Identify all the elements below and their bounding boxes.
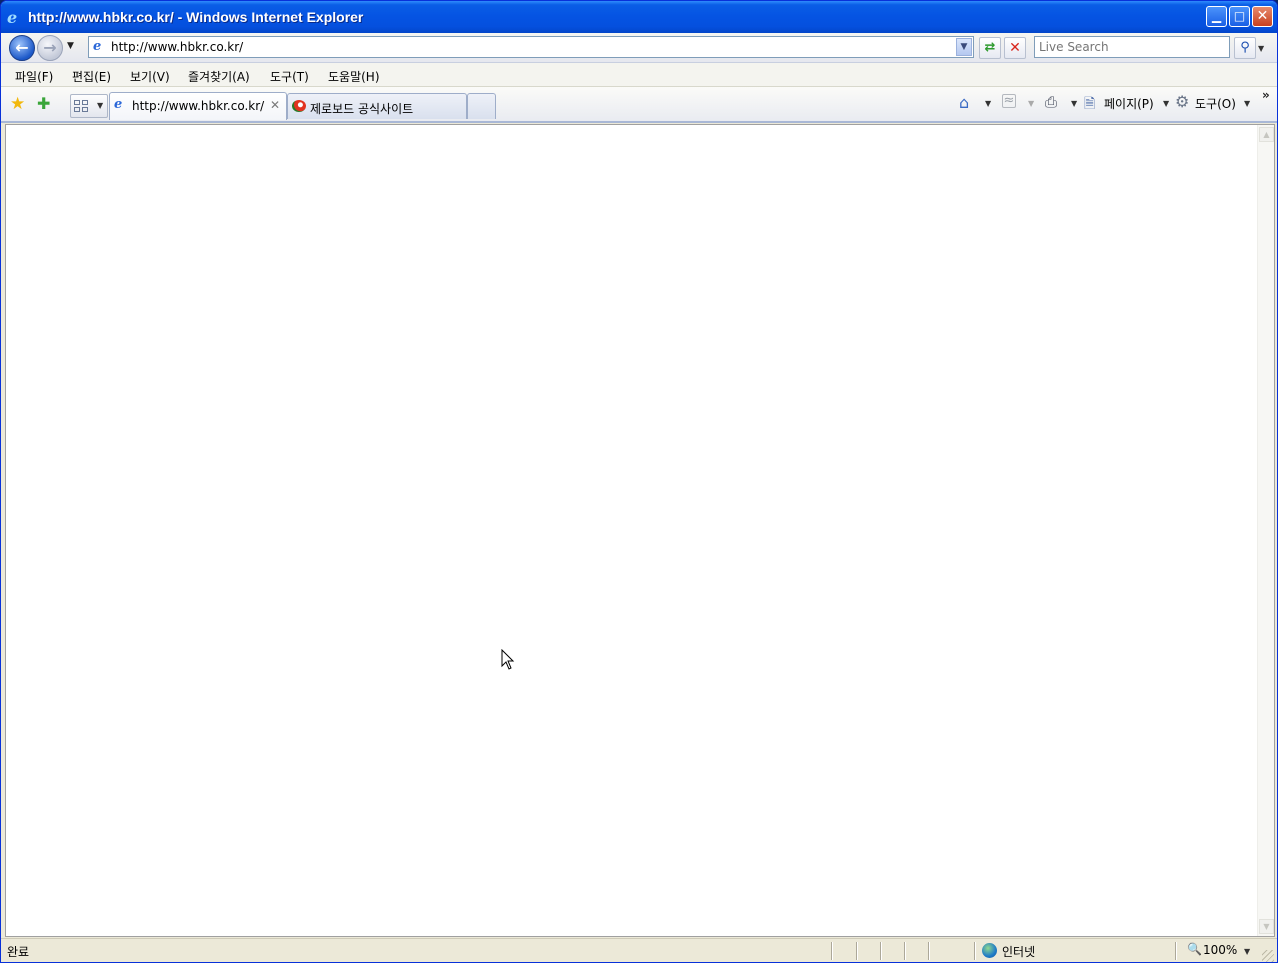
tab-hbkr[interactable]: e http://www.hbkr.co.kr/ ✕ <box>109 92 287 120</box>
tab-bar: ★ ✚ ▼ e http://www.hbkr.co.kr/ ✕ 제로보드 공식… <box>1 87 1277 123</box>
menu-file[interactable]: 파일(F) <box>15 68 53 85</box>
feeds-dropdown: ▼ <box>1028 99 1035 108</box>
page-icon: e <box>93 39 102 54</box>
back-button[interactable]: ← <box>9 35 35 61</box>
feeds-icon[interactable]: ≈ <box>1002 94 1016 108</box>
zoom-level[interactable]: 100% <box>1203 943 1237 957</box>
internet-zone-globe-icon <box>982 943 997 958</box>
search-options-dropdown[interactable]: ▼ <box>1258 44 1264 53</box>
page-content[interactable]: ▲ ▼ <box>5 124 1275 937</box>
minimize-button[interactable]: ▁ <box>1206 6 1227 27</box>
address-toolbar: ← → ▼ e http://www.hbkr.co.kr/ ▼ ⇄ ✕ ⚲ ▼ <box>1 33 1277 63</box>
status-divider <box>1175 942 1177 960</box>
refresh-icon: ⇄ <box>984 40 996 55</box>
menu-view[interactable]: 보기(V) <box>130 68 170 85</box>
menu-help[interactable]: 도움말(H) <box>328 68 380 85</box>
add-favorite-icon[interactable]: ✚ <box>37 94 50 113</box>
quick-tabs-icon <box>74 100 88 113</box>
menu-tools[interactable]: 도구(T) <box>270 68 309 85</box>
search-input[interactable] <box>1035 37 1229 57</box>
window-title: http://www.hbkr.co.kr/ - Windows Interne… <box>28 9 364 25</box>
scroll-up-button[interactable]: ▲ <box>1259 127 1274 142</box>
tab-label: 제로보드 공식사이트 <box>310 102 414 116</box>
gear-icon[interactable]: ⚙ <box>1175 92 1189 111</box>
tab-list-dropdown[interactable]: ▼ <box>97 101 103 110</box>
page-dropdown[interactable]: ▼ <box>1163 99 1169 108</box>
menu-edit[interactable]: 편집(E) <box>72 68 111 85</box>
forward-arrow-icon: → <box>43 38 57 57</box>
ie-page-icon: e <box>114 97 123 112</box>
resize-grip[interactable] <box>1262 950 1274 962</box>
favorites-center-icon[interactable]: ★ <box>10 94 25 114</box>
home-icon[interactable]: ⌂ <box>959 93 969 112</box>
tab-zeroboard[interactable]: 제로보드 공식사이트 <box>287 93 467 119</box>
more-commands-chevron-icon[interactable]: » <box>1262 88 1270 102</box>
status-divider <box>974 942 976 960</box>
status-divider <box>904 942 906 960</box>
scroll-down-button[interactable]: ▼ <box>1259 919 1274 934</box>
forward-button[interactable]: → <box>37 35 63 61</box>
stop-button[interactable]: ✕ <box>1004 37 1026 59</box>
security-zone-label[interactable]: 인터넷 <box>1002 943 1035 960</box>
search-icon: ⚲ <box>1240 40 1250 55</box>
status-bar: 완료 인터넷 🔍 100% ▼ <box>1 938 1277 962</box>
zoom-dropdown[interactable]: ▼ <box>1244 947 1250 956</box>
stop-icon: ✕ <box>1009 40 1021 56</box>
refresh-button[interactable]: ⇄ <box>979 37 1001 59</box>
vertical-scrollbar[interactable]: ▲ ▼ <box>1257 125 1274 936</box>
search-box[interactable] <box>1034 36 1230 58</box>
recent-pages-dropdown[interactable]: ▼ <box>67 41 74 51</box>
print-icon[interactable]: ⎙ <box>1045 93 1057 111</box>
status-divider <box>856 942 858 960</box>
maximize-button[interactable]: □ <box>1229 6 1250 27</box>
address-dropdown-button[interactable]: ▼ <box>956 38 972 56</box>
status-divider <box>928 942 930 960</box>
ie-window: e http://www.hbkr.co.kr/ - Windows Inter… <box>0 0 1278 963</box>
address-url[interactable]: http://www.hbkr.co.kr/ <box>111 40 243 54</box>
close-button[interactable]: ✕ <box>1252 6 1273 27</box>
back-arrow-icon: ← <box>15 38 29 57</box>
quick-tabs-button[interactable]: ▼ <box>70 94 108 118</box>
menu-bar: 파일(F) 편집(E) 보기(V) 즐겨찾기(A) 도구(T) 도움말(H) <box>1 63 1277 87</box>
status-divider <box>880 942 882 960</box>
title-bar[interactable]: e http://www.hbkr.co.kr/ - Windows Inter… <box>1 1 1277 33</box>
search-button[interactable]: ⚲ <box>1234 37 1256 59</box>
tab-label: http://www.hbkr.co.kr/ <box>132 99 265 113</box>
mouse-pointer-icon <box>501 649 515 670</box>
new-tab-button[interactable] <box>467 93 496 119</box>
zeroboard-favicon-icon <box>292 100 306 112</box>
menu-favorites[interactable]: 즐겨찾기(A) <box>188 68 250 85</box>
print-dropdown[interactable]: ▼ <box>1071 99 1077 108</box>
page-menu-button[interactable]: 페이지(P) <box>1104 95 1154 112</box>
zoom-icon[interactable]: 🔍 <box>1187 942 1202 956</box>
home-dropdown[interactable]: ▼ <box>985 99 991 108</box>
status-divider <box>831 942 833 960</box>
close-tab-icon[interactable]: ✕ <box>270 98 280 112</box>
ie-logo-icon: e <box>7 8 18 27</box>
tools-dropdown[interactable]: ▼ <box>1244 99 1250 108</box>
page-icon[interactable]: 🗎 <box>1084 93 1095 117</box>
status-text: 완료 <box>7 945 30 959</box>
tools-menu-button[interactable]: 도구(O) <box>1195 95 1236 112</box>
address-field[interactable]: e http://www.hbkr.co.kr/ ▼ <box>88 36 974 58</box>
